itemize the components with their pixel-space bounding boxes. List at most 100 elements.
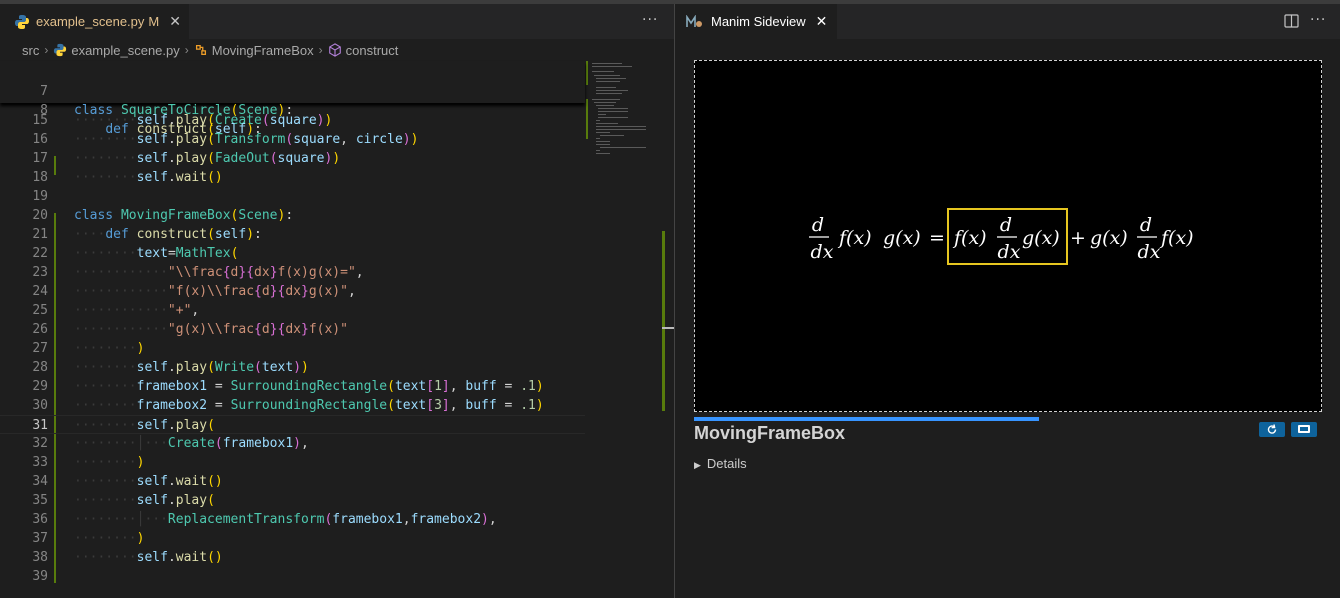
eq-frac-den: dx [998,241,1021,263]
tab-manim-sideview[interactable]: Manim Sideview ✕ [675,4,838,39]
code-line: 8 def construct(self): [0,82,660,137]
more-actions-icon[interactable]: ··· [642,12,658,28]
sticky-scroll-header: 7 class SquareToCircle(Scene): 8 def con… [0,61,585,137]
code-line: 35 ········self.play( [0,491,660,510]
line-number: 38 [32,550,48,565]
code-line: 22 ········text=MathTex( [0,244,660,263]
method-symbol-icon [328,43,341,57]
line-number: 29 [32,379,48,394]
code-line: 37 ········) [0,529,660,548]
scene-preview-video[interactable]: d dx f(x) g(x) = f(x) d dx g(x) + g(x) d… [694,60,1322,412]
line-number: 30 [32,398,48,413]
sideview-tab-bar: Manim Sideview ✕ ··· [675,4,1340,39]
math-equation: d dx f(x) g(x) = f(x) d dx g(x) + g(x) d… [809,208,1194,265]
code-line: 17 ········self.play(FadeOut(square)) [0,149,660,168]
manim-logo-icon [686,14,702,27]
eq-fx: f(x) [952,227,987,249]
code-line: 25 ············"+", [0,301,660,320]
code-line: 34 ········self.wait() [0,472,660,491]
line-number: 8 [40,103,48,118]
line-number: 24 [32,284,48,299]
scene-title: MovingFrameBox [694,423,846,443]
tab-example-scene[interactable]: example_scene.py M ✕ [0,4,189,39]
cursor-overview-marker [662,327,674,329]
breadcrumb-method-label: construct [345,42,399,58]
line-number: 18 [32,170,48,185]
screen-icon [1298,425,1310,433]
eq-frac-num: d [1140,214,1152,236]
rerun-button[interactable] [1259,422,1285,437]
diff-overview-marker [662,231,665,411]
line-number: 33 [32,455,48,470]
close-tab-icon[interactable]: ✕ [816,13,828,30]
breadcrumb-method[interactable]: construct [328,42,399,58]
eq-frac-den: dx [1138,241,1161,263]
code-line: 32 ········│···Create(framebox1), [0,434,660,453]
breadcrumb-file-label: example_scene.py [71,42,180,58]
line-number: 35 [32,493,48,508]
line-number: 23 [32,265,48,280]
breadcrumb-class[interactable]: MovingFrameBox [194,43,314,58]
code-line: 36 ········│···ReplacementTransform(frame… [0,510,660,529]
line-number: 22 [32,246,48,261]
modified-badge: M [148,14,160,29]
class-symbol-icon [195,44,206,56]
details-label: Details [706,456,747,471]
eq-frac-num: d [812,214,824,236]
code-line: 38 ········self.wait() [0,548,660,567]
eq-plus: + [1070,227,1086,249]
eq-frac-num: d [1000,214,1012,236]
chevron-right-icon: › [318,43,323,57]
code-editor[interactable]: 7 class SquareToCircle(Scene): 8 def con… [0,61,660,598]
code-line: 30 ········framebox2 = SurroundingRectang… [0,396,660,415]
line-number: 31 [32,418,48,433]
chevron-right-icon: › [44,43,49,57]
line-number: 34 [32,474,48,489]
line-number: 26 [32,322,48,337]
sideview-tab-title: Manim Sideview [711,14,806,29]
code-line: 26 ············"g(x)\\frac{d}{dx}f(x)" [0,320,660,339]
triangle-right-icon: ▶ [694,460,701,470]
python-file-icon [15,14,29,29]
breadcrumb: src › example_scene.py › MovingFrameBox … [0,39,674,61]
refresh-icon [1267,424,1277,434]
eq-fx: f(x) [1159,227,1194,249]
eq-frac-den: dx [811,241,834,263]
line-number: 37 [32,531,48,546]
eq-gx: g(x) [1090,227,1128,249]
chevron-right-icon: › [184,43,189,57]
eq-fx: f(x) [837,227,872,249]
line-number: 19 [32,189,48,204]
code-line: 29 ········framebox1 = SurroundingRectang… [0,377,660,396]
manim-sideview-group: Manim Sideview ✕ ··· d dx f(x) g(x) = f(… [675,4,1340,598]
more-actions-icon[interactable]: ··· [1310,12,1326,28]
breadcrumb-file[interactable]: example_scene.py [53,42,180,58]
code-line: 19 [0,187,660,206]
line-number: 20 [32,208,48,223]
code-line: 21 ····def construct(self): [0,225,660,244]
details-toggle[interactable]: ▶ Details [694,456,747,471]
code-line: 39 [0,567,660,586]
code-line-current: 31 ········self.play( [0,415,585,434]
editor-group: example_scene.py M ✕ ··· src › example_s… [0,4,674,598]
close-tab-icon[interactable]: ✕ [169,14,181,30]
line-number: 28 [32,360,48,375]
editor-tab-bar: example_scene.py M ✕ ··· [0,4,674,39]
playback-progress-bar[interactable] [694,417,1039,421]
line-number: 39 [32,569,48,584]
breadcrumb-class-label: MovingFrameBox [211,42,314,58]
open-in-window-button[interactable] [1291,422,1317,437]
line-number: 25 [32,303,48,318]
line-number: 21 [32,227,48,242]
line-number: 27 [32,341,48,356]
split-editor-icon[interactable] [1284,14,1300,28]
code-line: 23 ············"\\frac{d}{dx}f(x)g(x)=", [0,263,660,282]
line-number: 32 [32,436,48,451]
line-number: 36 [32,512,48,527]
code-line: 27 ········) [0,339,660,358]
breadcrumb-src[interactable]: src [22,43,39,58]
vertical-scrollbar[interactable] [660,61,674,598]
eq-gx: g(x) [1022,227,1060,249]
code-line: 33 ········) [0,453,660,472]
code-line: 18 ········self.wait() [0,168,660,187]
